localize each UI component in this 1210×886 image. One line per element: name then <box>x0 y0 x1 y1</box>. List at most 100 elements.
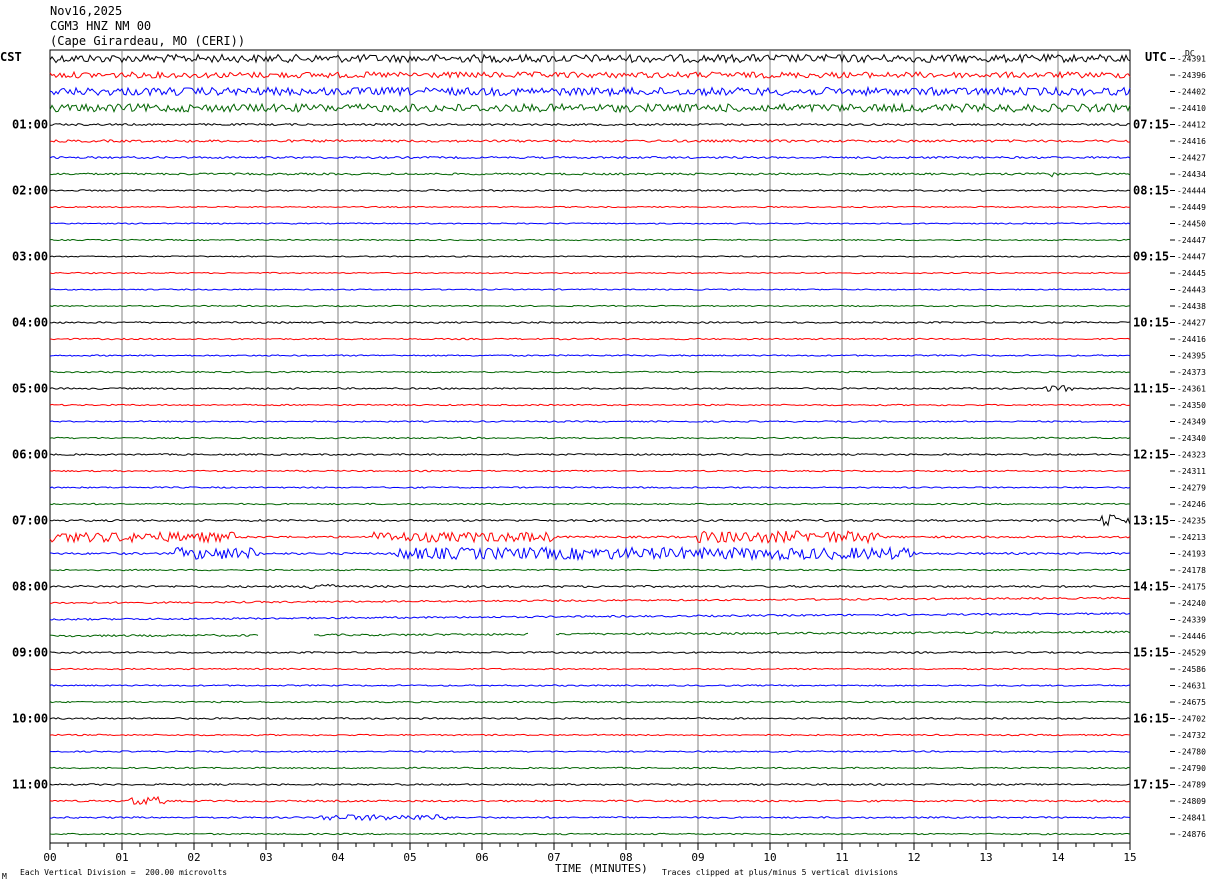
trace-offset-label: -24631 <box>1177 682 1206 691</box>
trace-line <box>49 717 1131 720</box>
trace-line <box>49 568 1131 572</box>
trace-line <box>49 354 1131 357</box>
trace-line <box>49 583 1131 590</box>
trace-line <box>49 238 1131 242</box>
x-tick-label: 10 <box>763 851 776 864</box>
left-hour-label: 04:00 <box>12 316 48 330</box>
x-tick-label: 03 <box>259 851 272 864</box>
x-tick-label: 14 <box>1051 851 1065 864</box>
trace-offset-label: -24450 <box>1177 220 1206 229</box>
right-hour-label: 15:15 <box>1133 646 1169 660</box>
left-hour-label: 09:00 <box>12 646 48 660</box>
trace-offset-label: -24349 <box>1177 418 1206 427</box>
trace-line <box>49 271 1131 275</box>
trace-offset-label: -24586 <box>1177 665 1206 674</box>
trace-line <box>49 122 1131 127</box>
trace-line <box>49 255 1131 258</box>
trace-offset-label: -24438 <box>1177 302 1206 311</box>
trace-line <box>49 70 1131 80</box>
x-tick-label: 09 <box>691 851 704 864</box>
trace-offset-label: -24361 <box>1177 385 1206 394</box>
corner-mark: M <box>2 872 7 881</box>
x-tick-label: 04 <box>331 851 345 864</box>
trace-offset-label: -24410 <box>1177 104 1206 113</box>
right-hour-label: 10:15 <box>1133 316 1169 330</box>
left-hour-label: 11:00 <box>12 778 48 792</box>
trace-line <box>49 750 1131 753</box>
trace-offset-label: -24175 <box>1177 583 1206 592</box>
trace-offset-label: -24449 <box>1177 203 1206 212</box>
trace-line <box>49 403 1131 407</box>
trace-line <box>49 596 1131 605</box>
x-tick-label: 02 <box>187 851 200 864</box>
trace-offset-label: -24396 <box>1177 71 1206 80</box>
trace-line <box>49 514 1131 527</box>
plot-frame <box>49 49 1131 844</box>
trace-line <box>49 502 1131 506</box>
right-hour-label: 14:15 <box>1133 580 1169 594</box>
trace-offset-label: -24427 <box>1177 154 1206 163</box>
left-hour-label: 01:00 <box>12 118 48 132</box>
x-tick-label: 13 <box>979 851 992 864</box>
trace-line <box>49 205 1130 209</box>
trace-offset-label: -24339 <box>1177 616 1206 625</box>
trace-line <box>49 420 1131 423</box>
trace-offset-label: -24444 <box>1177 187 1206 196</box>
trace-line <box>49 453 1131 456</box>
right-hour-label: 09:15 <box>1133 250 1169 264</box>
trace-offset-label: -24178 <box>1177 566 1206 575</box>
trace-offset-label: -24446 <box>1177 632 1206 641</box>
x-tick-label: 11 <box>835 851 848 864</box>
left-hour-label: 03:00 <box>12 250 48 264</box>
x-tick-label: 15 <box>1123 851 1136 864</box>
x-tick-label: 01 <box>115 851 128 864</box>
trace-offset-label: -24395 <box>1177 352 1206 361</box>
trace-offset-label: -24391 <box>1177 55 1206 64</box>
trace-line <box>49 832 1131 836</box>
trace-offset-label: -24702 <box>1177 715 1206 724</box>
trace-line <box>49 385 1131 393</box>
trace-offset-label: -24675 <box>1177 698 1206 707</box>
trace-line <box>49 222 1131 225</box>
trace-line <box>49 700 1131 704</box>
trace-offset-label: -24447 <box>1177 253 1206 262</box>
trace-offset-label: -24427 <box>1177 319 1206 328</box>
right-hour-label: 11:15 <box>1133 382 1169 396</box>
trace-offset-label: -24323 <box>1177 451 1206 460</box>
trace-offset-label: -24434 <box>1177 170 1206 179</box>
trace-offset-label: -24240 <box>1177 599 1206 608</box>
trace-line <box>49 189 1131 192</box>
trace-line <box>49 139 1131 143</box>
left-hour-label: 06:00 <box>12 448 48 462</box>
trace-line <box>49 370 1131 374</box>
trace-offset-label: -24340 <box>1177 434 1206 443</box>
trace-line <box>49 321 1131 324</box>
trace-offset-label: -24780 <box>1177 748 1206 757</box>
trace-offset-label: -24373 <box>1177 368 1206 377</box>
right-hour-label: 12:15 <box>1133 448 1169 462</box>
left-hour-label: 05:00 <box>12 382 48 396</box>
right-hour-label: 13:15 <box>1133 514 1169 528</box>
trace-line <box>49 651 1131 654</box>
trace-line <box>49 337 1131 341</box>
left-hour-label: 08:00 <box>12 580 48 594</box>
x-axis-title: TIME (MINUTES) <box>555 862 648 875</box>
trace-line <box>49 530 1131 545</box>
trace-line <box>49 53 1131 64</box>
trace-line <box>49 795 1131 806</box>
trace-offset-label: -24809 <box>1177 797 1206 806</box>
trace-offset-label: -24246 <box>1177 500 1206 509</box>
scale-note: Each Vertical Division = 200.00 microvol… <box>20 868 228 877</box>
right-hour-label: 16:15 <box>1133 712 1169 726</box>
left-hour-label: 10:00 <box>12 712 48 726</box>
trace-offset-label: -24445 <box>1177 269 1206 278</box>
trace-line <box>49 766 1131 770</box>
trace-line <box>49 486 1131 489</box>
trace-line <box>49 684 1131 687</box>
x-tick-label: 06 <box>475 851 488 864</box>
trace-line <box>49 545 1131 562</box>
trace-offset-label: -24193 <box>1177 550 1206 559</box>
trace-offset-label: -24841 <box>1177 814 1206 823</box>
trace-line <box>49 667 1131 671</box>
trace-offset-label: -24416 <box>1177 137 1206 146</box>
